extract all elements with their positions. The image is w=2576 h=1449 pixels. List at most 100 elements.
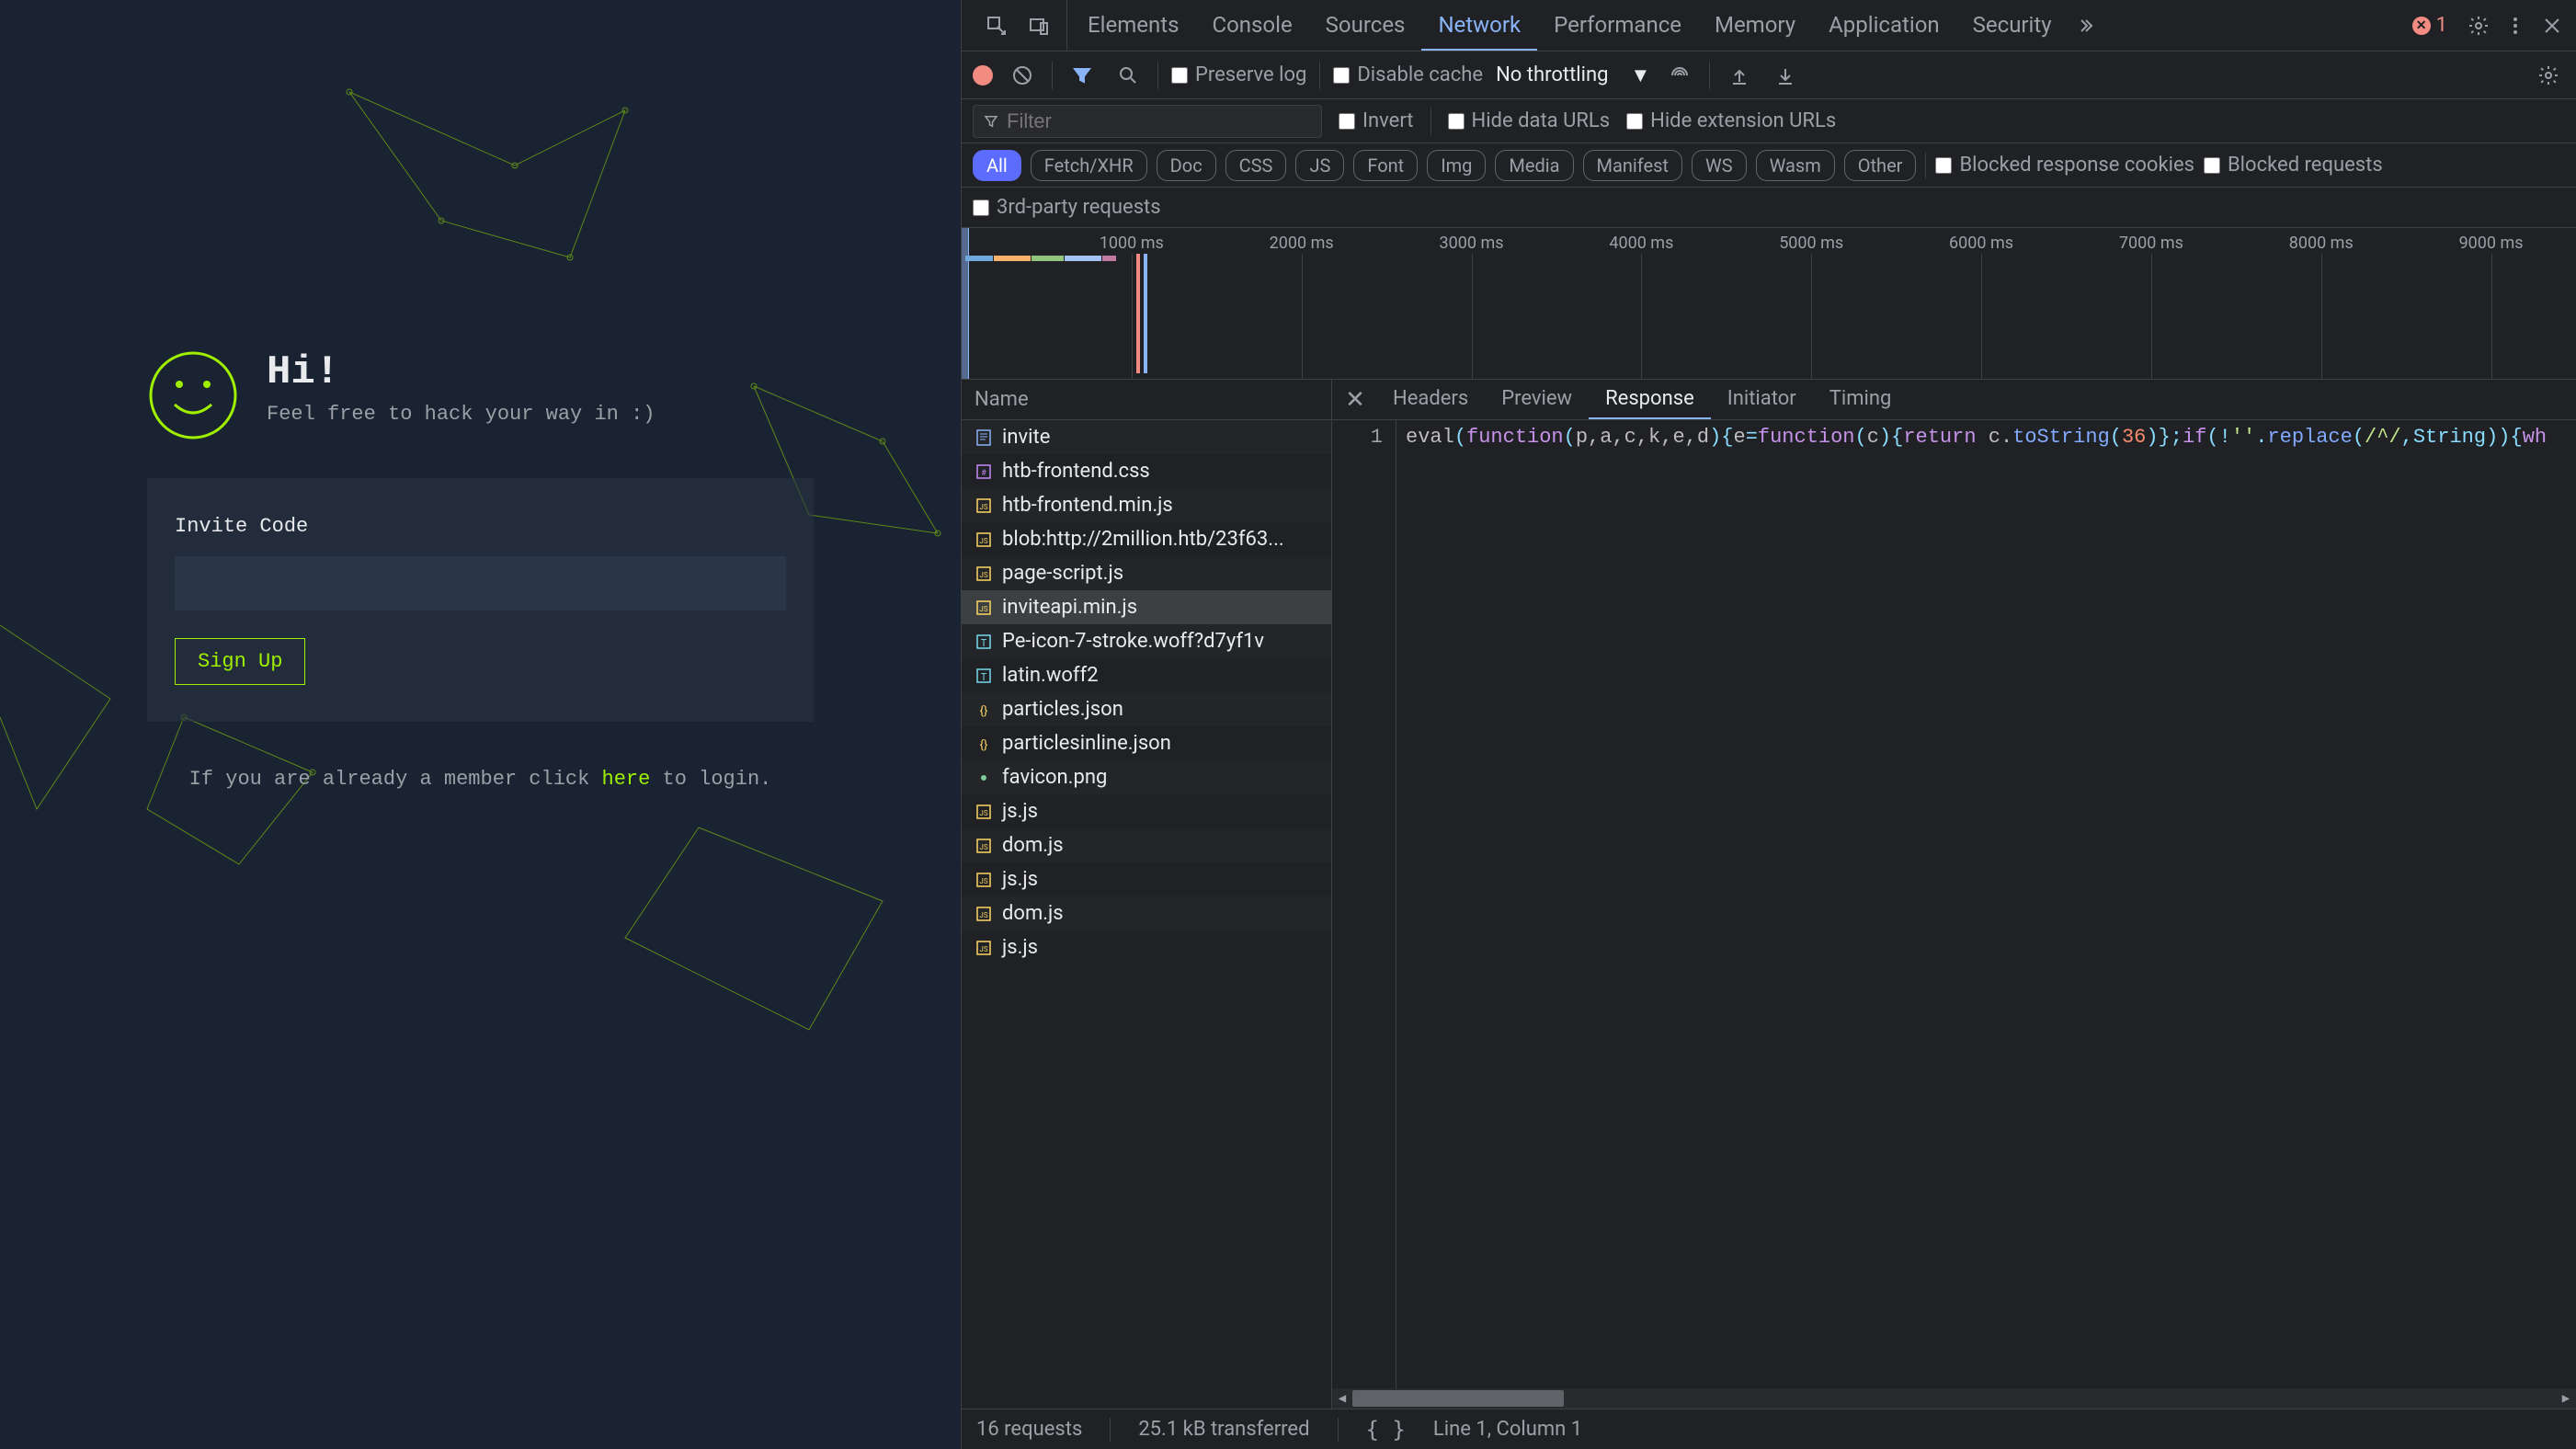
js-file-icon: JS <box>975 837 993 855</box>
filter-input[interactable] <box>1007 109 1312 133</box>
request-name: page-script.js <box>1002 562 1123 585</box>
status-cursor: Line 1, Column 1 <box>1433 1418 1582 1441</box>
hide-extension-urls-checkbox[interactable]: Hide extension URLs <box>1626 109 1836 132</box>
request-row[interactable]: invite <box>962 420 1331 454</box>
network-timeline[interactable]: 1000 ms2000 ms3000 ms4000 ms5000 ms6000 … <box>962 228 2576 380</box>
timeline-tick: 9000 ms <box>2459 234 2524 253</box>
tab-console[interactable]: Console <box>1195 0 1308 51</box>
download-har-icon[interactable] <box>1769 59 1802 92</box>
type-filter-img[interactable]: Img <box>1427 150 1486 181</box>
login-link[interactable]: here <box>602 768 651 791</box>
request-row[interactable]: #htb-frontend.css <box>962 454 1331 488</box>
request-row[interactable]: JSjs.js <box>962 930 1331 964</box>
svg-text:JS: JS <box>979 843 987 851</box>
type-filter-doc[interactable]: Doc <box>1157 150 1216 181</box>
settings-icon[interactable] <box>2462 9 2495 42</box>
record-button[interactable] <box>973 65 993 86</box>
network-conditions-icon[interactable] <box>1663 59 1696 92</box>
device-toolbar-icon[interactable] <box>1022 9 1055 42</box>
request-row[interactable]: JSdom.js <box>962 896 1331 930</box>
status-requests: 16 requests <box>976 1418 1082 1441</box>
line-gutter: 1 <box>1332 420 1396 1409</box>
filter-toggle-icon[interactable] <box>1066 59 1099 92</box>
error-badge[interactable]: ✕ 1 <box>2401 14 2458 37</box>
timeline-tick: 8000 ms <box>2289 234 2354 253</box>
clear-icon[interactable] <box>1006 59 1039 92</box>
blocked-requests-checkbox[interactable]: Blocked requests <box>2204 154 2383 177</box>
request-row[interactable]: JSjs.js <box>962 794 1331 828</box>
request-row[interactable]: favicon.png <box>962 760 1331 794</box>
svg-text:#: # <box>981 469 986 478</box>
xhr-file-icon: {} <box>975 701 993 719</box>
horizontal-scrollbar[interactable]: ◀ ▶ <box>1332 1388 2576 1409</box>
detail-tab-response[interactable]: Response <box>1589 380 1711 419</box>
type-filter-all[interactable]: All <box>973 150 1021 181</box>
js-file-icon: JS <box>975 905 993 923</box>
request-row[interactable]: TPe-icon-7-stroke.woff?d7yf1v <box>962 624 1331 658</box>
timeline-tick: 1000 ms <box>1100 234 1164 253</box>
tab-sources[interactable]: Sources <box>1309 0 1422 51</box>
request-row[interactable]: JSjs.js <box>962 862 1331 896</box>
disable-cache-checkbox[interactable]: Disable cache <box>1333 63 1483 86</box>
request-name: invite <box>1002 426 1050 449</box>
detail-tab-initiator[interactable]: Initiator <box>1711 380 1813 419</box>
tab-elements[interactable]: Elements <box>1071 0 1195 51</box>
kebab-menu-icon[interactable] <box>2499 9 2532 42</box>
tab-application[interactable]: Application <box>1812 0 1956 51</box>
third-party-checkbox[interactable]: 3rd-party requests <box>973 196 1161 219</box>
invert-checkbox[interactable]: Invert <box>1339 109 1414 132</box>
login-hint-prefix: If you are already a member click <box>189 768 602 791</box>
search-icon[interactable] <box>1111 59 1145 92</box>
preserve-log-checkbox[interactable]: Preserve log <box>1171 63 1306 86</box>
tab-performance[interactable]: Performance <box>1537 0 1698 51</box>
webpage-pane: Hi! Feel free to hack your way in :) Inv… <box>0 0 961 1449</box>
close-devtools-icon[interactable] <box>2536 9 2569 42</box>
img-file-icon <box>975 769 993 787</box>
css-file-icon: # <box>975 462 993 481</box>
type-filter-manifest[interactable]: Manifest <box>1583 150 1682 181</box>
request-name: Pe-icon-7-stroke.woff?d7yf1v <box>1002 630 1264 653</box>
request-row[interactable]: JSdom.js <box>962 828 1331 862</box>
network-settings-icon[interactable] <box>2532 59 2565 92</box>
detail-tab-timing[interactable]: Timing <box>1813 380 1909 419</box>
type-filter-font[interactable]: Font <box>1353 150 1418 181</box>
svg-text:JS: JS <box>979 503 987 511</box>
third-party-bar: 3rd-party requests <box>962 188 2576 228</box>
xhr-file-icon: {} <box>975 735 993 753</box>
request-row[interactable]: JSblob:http://2million.htb/23f63... <box>962 522 1331 556</box>
hero: Hi! Feel free to hack your way in :) <box>147 349 814 441</box>
close-detail-icon[interactable]: ✕ <box>1338 386 1373 414</box>
upload-har-icon[interactable] <box>1723 59 1756 92</box>
detail-tab-preview[interactable]: Preview <box>1485 380 1589 419</box>
detail-tab-headers[interactable]: Headers <box>1376 380 1485 419</box>
request-row[interactable]: JSinviteapi.min.js <box>962 590 1331 624</box>
more-tabs-icon[interactable] <box>2072 9 2105 42</box>
hide-data-urls-checkbox[interactable]: Hide data URLs <box>1448 109 1611 132</box>
type-filter-css[interactable]: CSS <box>1225 150 1287 181</box>
inspect-element-icon[interactable] <box>980 9 1013 42</box>
format-icon[interactable]: { } <box>1366 1417 1406 1443</box>
request-row[interactable]: {}particlesinline.json <box>962 726 1331 760</box>
response-code[interactable]: eval(function(p,a,c,k,e,d){e=function(c)… <box>1396 420 2547 1409</box>
tab-network[interactable]: Network <box>1421 0 1537 51</box>
request-list-header[interactable]: Name <box>962 380 1331 420</box>
type-filter-fetchxhr[interactable]: Fetch/XHR <box>1031 150 1147 181</box>
type-filter-other[interactable]: Other <box>1844 150 1917 181</box>
throttling-select[interactable]: No throttling ▼ <box>1496 63 1650 87</box>
funnel-icon <box>983 113 999 130</box>
request-row[interactable]: Tlatin.woff2 <box>962 658 1331 692</box>
tab-memory[interactable]: Memory <box>1698 0 1812 51</box>
login-hint: If you are already a member click here t… <box>147 768 814 791</box>
type-filter-wasm[interactable]: Wasm <box>1756 150 1835 181</box>
type-filter-js[interactable]: JS <box>1295 150 1344 181</box>
js-file-icon: JS <box>975 599 993 617</box>
type-filter-ws[interactable]: WS <box>1692 150 1747 181</box>
type-filter-media[interactable]: Media <box>1495 150 1573 181</box>
request-row[interactable]: JSpage-script.js <box>962 556 1331 590</box>
invite-code-input[interactable] <box>175 556 786 610</box>
tab-security[interactable]: Security <box>1956 0 2069 51</box>
request-row[interactable]: JShtb-frontend.min.js <box>962 488 1331 522</box>
blocked-cookies-checkbox[interactable]: Blocked response cookies <box>1935 154 2194 177</box>
signup-button[interactable]: Sign Up <box>175 638 305 685</box>
request-row[interactable]: {}particles.json <box>962 692 1331 726</box>
